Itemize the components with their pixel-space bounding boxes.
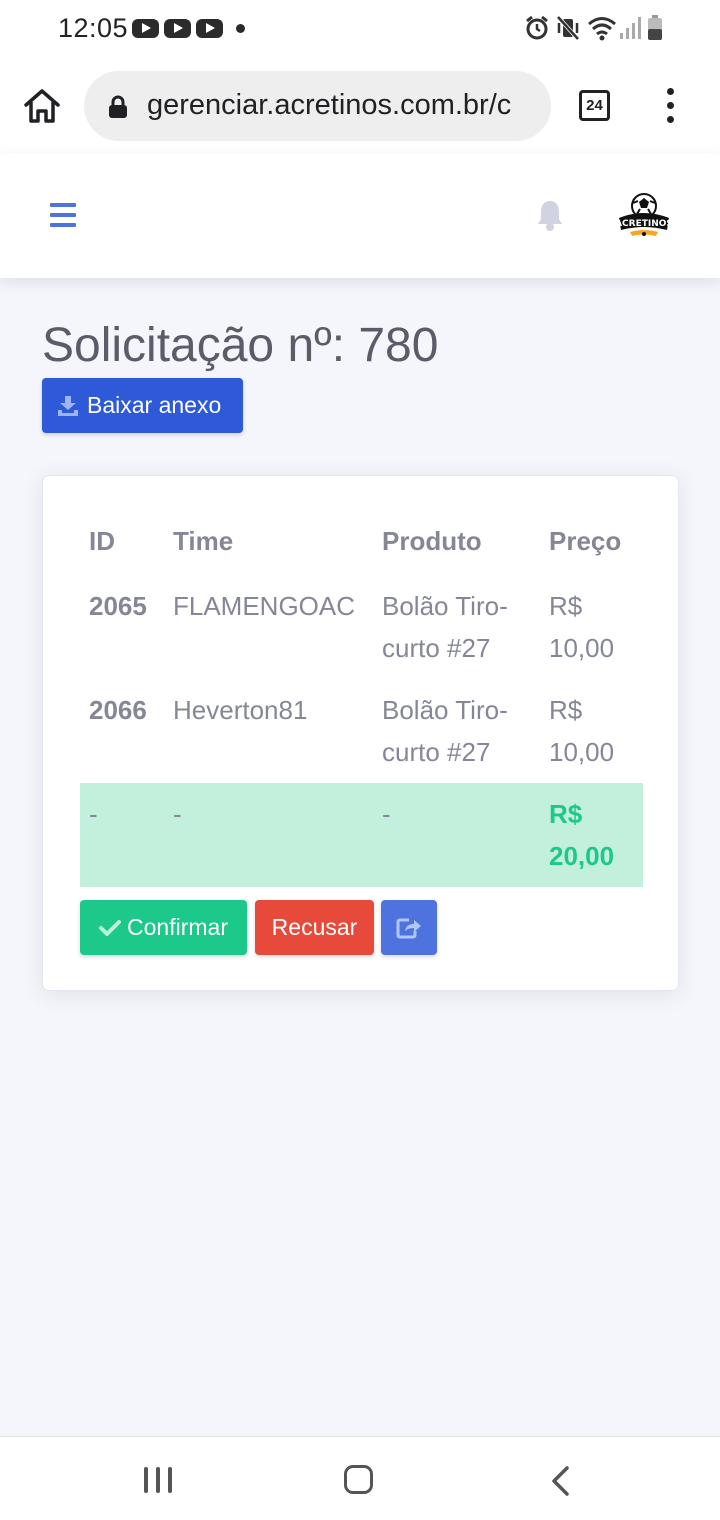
column-header-team: Time (173, 526, 234, 556)
notifications-bell-icon[interactable] (536, 199, 564, 231)
app-topbar: ACRETINOS (0, 154, 720, 278)
total-team: - (164, 783, 373, 887)
address-bar[interactable]: gerenciar.acretinos.com.br/c (84, 71, 551, 141)
share-icon (396, 918, 421, 938)
total-id: - (80, 783, 164, 887)
browser-home-icon[interactable] (22, 86, 62, 126)
orders-table: ID Time Produto Preço 2065 FLAMENGOAC Bo… (80, 513, 643, 887)
table-header-row: ID Time Produto Preço (80, 513, 643, 575)
alarm-icon (526, 15, 548, 40)
row-id: 2065 (89, 591, 147, 621)
row-team: Heverton81 (173, 695, 308, 725)
lock-icon (109, 95, 127, 118)
youtube-notification-icon (132, 19, 159, 38)
total-row: - - - R$ 20,00 (80, 783, 643, 887)
row-team: FLAMENGOAC (173, 591, 356, 621)
browser-toolbar: gerenciar.acretinos.com.br/c 24 (0, 58, 720, 154)
confirm-label: Confirmar (127, 914, 228, 940)
check-icon (99, 919, 122, 936)
column-header-id: ID (89, 526, 115, 556)
signal-icon (620, 17, 641, 39)
browser-menu-icon[interactable] (660, 88, 682, 124)
more-notifications-dot-icon (236, 24, 245, 33)
user-avatar-logo[interactable]: ACRETINOS (616, 192, 672, 240)
url-text: gerenciar.acretinos.com.br/c (147, 89, 512, 121)
row-product: Bolão Tiro-curto #27 (382, 695, 508, 767)
tab-switcher-button[interactable]: 24 (579, 90, 610, 121)
total-price: R$ 20,00 (540, 783, 643, 887)
page-title: Solicitação nº: 780 (42, 319, 439, 372)
youtube-notification-icon (164, 19, 191, 38)
back-icon[interactable] (549, 1465, 571, 1497)
request-card: ID Time Produto Preço 2065 FLAMENGOAC Bo… (42, 475, 679, 991)
table-row: 2065 FLAMENGOAC Bolão Tiro-curto #27 R$ … (80, 575, 643, 679)
status-bar: 12:05 (0, 0, 720, 58)
column-header-product: Produto (382, 526, 482, 556)
download-attachment-label: Baixar anexo (87, 392, 222, 418)
download-icon (58, 395, 78, 416)
total-product: - (373, 783, 540, 887)
download-attachment-button[interactable]: Baixar anexo (42, 378, 243, 433)
table-row: 2066 Heverton81 Bolão Tiro-curto #27 R$ … (80, 679, 643, 783)
row-product: Bolão Tiro-curto #27 (382, 591, 508, 663)
vibrate-mute-icon (556, 15, 580, 41)
column-header-price: Preço (549, 526, 622, 556)
sidebar-toggle-icon[interactable] (50, 203, 76, 227)
row-price: R$ 10,00 (549, 695, 615, 767)
wifi-icon (588, 17, 616, 41)
system-navigation-bar (0, 1436, 720, 1520)
reject-button[interactable]: Recusar (255, 900, 374, 955)
svg-text:ACRETINOS: ACRETINOS (616, 219, 672, 229)
reject-label: Recusar (271, 914, 358, 940)
share-button[interactable] (381, 900, 437, 955)
battery-icon (648, 15, 662, 40)
status-time: 12:05 (58, 13, 129, 43)
recent-apps-icon[interactable] (144, 1467, 172, 1493)
home-icon[interactable] (344, 1465, 373, 1494)
youtube-notification-icon (196, 19, 223, 38)
confirm-button[interactable]: Confirmar (80, 900, 247, 955)
row-price: R$ 10,00 (549, 591, 615, 663)
row-id: 2066 (89, 695, 147, 725)
